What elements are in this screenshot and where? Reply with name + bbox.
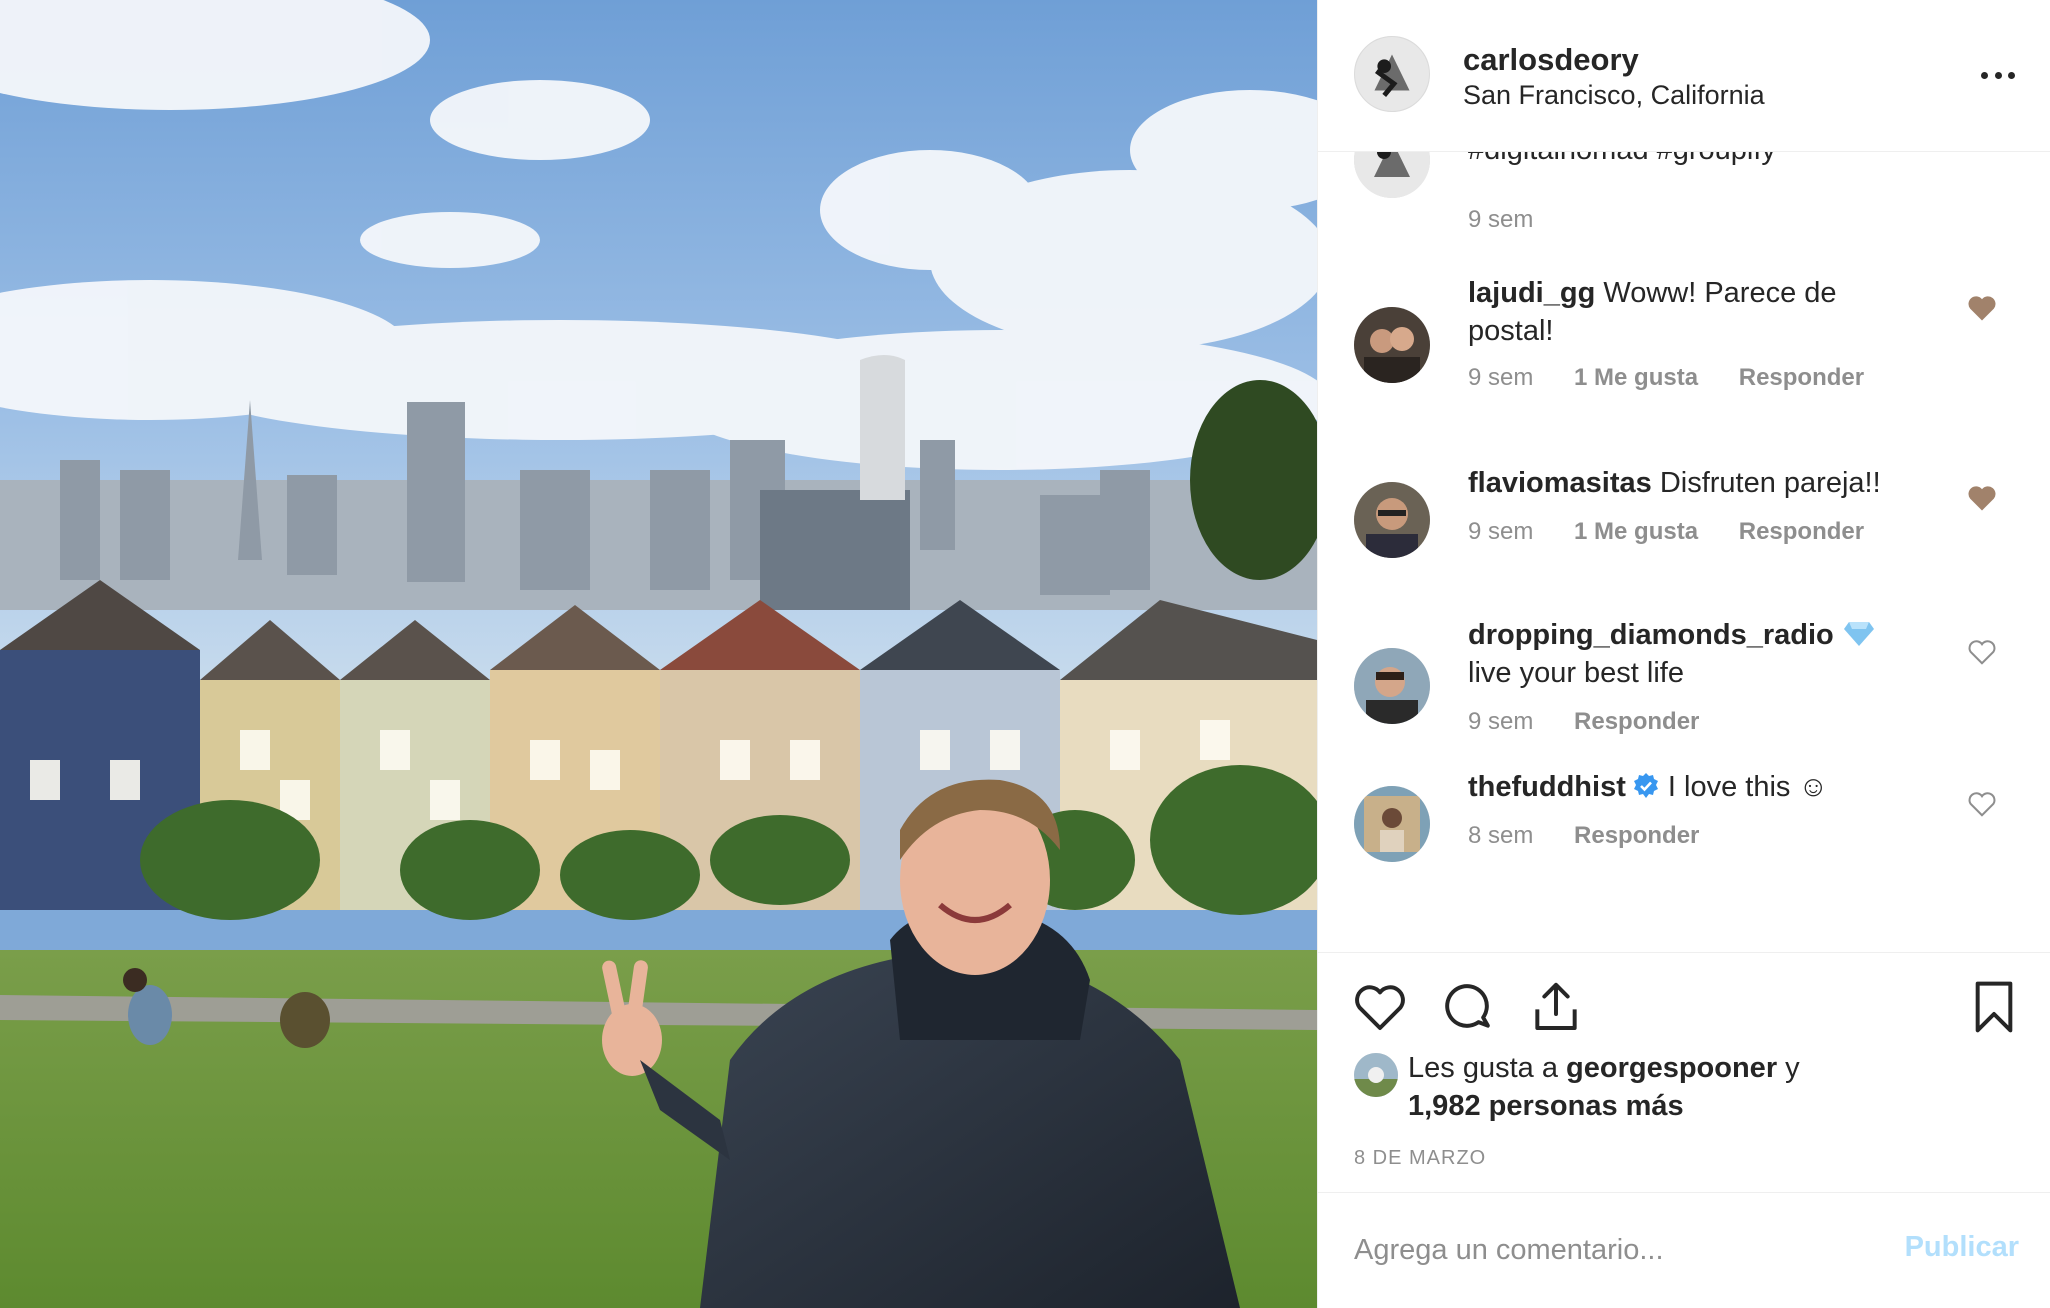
post-header: carlosdeory San Francisco, California	[1318, 0, 2050, 152]
comments-list[interactable]: #digitalnomad #groupify 9 sem lajudi_gg …	[1318, 152, 2050, 952]
post-location[interactable]: San Francisco, California	[1463, 80, 1765, 111]
verified-badge-icon	[1633, 773, 1658, 798]
comment-body: lajudi_gg Woww! Parece de postal!	[1468, 274, 1898, 350]
commenter-avatar[interactable]	[1354, 786, 1430, 862]
post-date[interactable]: 8 DE MARZO	[1354, 1147, 1486, 1170]
comment-time[interactable]: 9 sem	[1468, 518, 1533, 545]
post-detail-panel: carlosdeory San Francisco, California #d…	[1317, 0, 2050, 1308]
likes-prefix: Les gusta a	[1408, 1052, 1558, 1084]
heart-outline-icon[interactable]	[1967, 638, 1997, 666]
commenter-avatar[interactable]	[1354, 482, 1430, 558]
reply-button[interactable]: Responder	[1574, 708, 1699, 735]
comment-time: 9 sem	[1468, 206, 1534, 233]
comment-time[interactable]: 8 sem	[1468, 822, 1533, 849]
bookmark-icon[interactable]	[1966, 979, 2022, 1035]
likes-count[interactable]: 1,982 personas más	[1408, 1090, 1684, 1122]
comment-text: Disfruten pareja!!	[1659, 467, 1881, 499]
publish-button[interactable]: Publicar	[1905, 1231, 2019, 1264]
comment-body: dropping_diamonds_radio live your best l…	[1468, 616, 1948, 692]
author-avatar[interactable]	[1354, 36, 1430, 112]
comment-body: thefuddhist I love this ☺	[1468, 768, 1948, 806]
author-avatar[interactable]	[1354, 152, 1430, 198]
comment-username[interactable]: lajudi_gg	[1468, 277, 1595, 309]
comment-bubble-icon[interactable]	[1440, 979, 1496, 1035]
post-photo[interactable]	[0, 0, 1317, 1308]
comment-username[interactable]: dropping_diamonds_radio	[1468, 619, 1834, 651]
comment-composer: Publicar	[1318, 1192, 2050, 1308]
comment-text: live your best life	[1468, 657, 1684, 689]
comment-meta: 9 sem 1 Me gusta Responder	[1468, 518, 1864, 546]
heart-outline-icon[interactable]	[1352, 979, 1408, 1035]
comment-text: I love this ☺	[1667, 771, 1829, 803]
comment-body: flaviomasitas Disfruten pareja!!	[1468, 464, 1928, 502]
author-username[interactable]: carlosdeory	[1463, 42, 1639, 78]
dot	[1994, 71, 2002, 79]
likes-conjunction: y	[1785, 1052, 1800, 1084]
comment-likes[interactable]: 1 Me gusta	[1574, 364, 1698, 391]
comment-meta: 9 sem Responder	[1468, 708, 1699, 736]
comment-input[interactable]	[1354, 1227, 1894, 1273]
dot	[1981, 71, 1988, 79]
comment-meta: 9 sem	[1468, 206, 1533, 234]
comment-username[interactable]: thefuddhist	[1468, 771, 1626, 803]
likes-summary: Les gusta a georgespooner y 1,982 person…	[1408, 1049, 1928, 1125]
liker-avatar[interactable]	[1354, 1053, 1398, 1097]
heart-filled-icon[interactable]	[1967, 294, 1997, 322]
comment-meta: 8 sem Responder	[1468, 822, 1699, 850]
comment-username[interactable]: flaviomasitas	[1468, 467, 1652, 499]
post-image	[0, 0, 1317, 1308]
post-actions: Les gusta a georgespooner y 1,982 person…	[1318, 952, 2050, 1192]
diamond-emoji-icon	[1843, 622, 1874, 646]
heart-outline-icon[interactable]	[1967, 790, 1997, 818]
caption-text: #digitalnomad #groupify	[1468, 152, 1776, 167]
commenter-avatar[interactable]	[1354, 307, 1430, 383]
comment-time[interactable]: 9 sem	[1468, 364, 1533, 391]
comment-time[interactable]: 9 sem	[1468, 708, 1533, 735]
comment-likes[interactable]: 1 Me gusta	[1574, 518, 1698, 545]
commenter-avatar[interactable]	[1354, 648, 1430, 724]
reply-button[interactable]: Responder	[1574, 822, 1699, 849]
dot	[2008, 71, 2015, 79]
more-horizontal-icon[interactable]	[1973, 60, 2023, 90]
reply-button[interactable]: Responder	[1739, 518, 1864, 545]
liker-username[interactable]: georgespooner	[1566, 1052, 1777, 1084]
comment-meta: 9 sem 1 Me gusta Responder	[1468, 364, 1864, 392]
share-upload-icon[interactable]	[1528, 979, 1584, 1035]
reply-button[interactable]: Responder	[1739, 364, 1864, 391]
heart-filled-icon[interactable]	[1967, 484, 1997, 512]
